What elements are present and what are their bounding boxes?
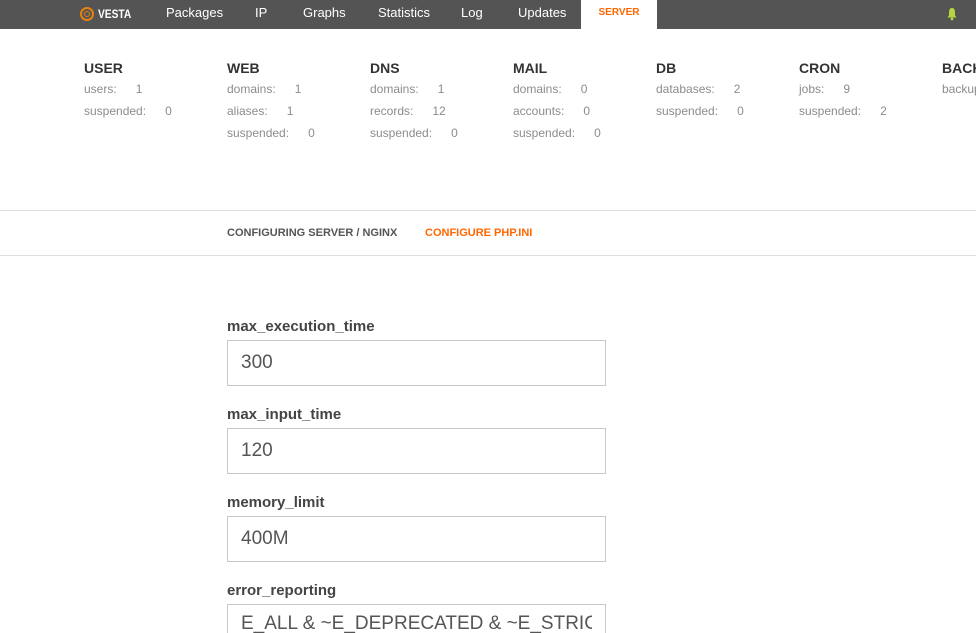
memory-limit-input[interactable]	[227, 516, 606, 562]
nav-ip[interactable]: IP	[255, 0, 267, 29]
stat-row: users: 1	[84, 78, 172, 100]
stat-row: suspended: 0	[227, 122, 315, 144]
stats-user-title: USER	[84, 60, 123, 76]
error-reporting-label: error_reporting	[227, 582, 337, 599]
stat-row: domains: 1	[370, 78, 458, 100]
breadcrumb-section: CONFIGURING SERVER / NGINX	[227, 227, 398, 239]
stat-value: 0	[308, 126, 315, 140]
stats-backup[interactable]: BACKUP backups:	[942, 60, 976, 100]
nav-updates[interactable]: Updates	[518, 0, 566, 29]
stat-value: 2	[733, 82, 741, 96]
stat-value: 0	[737, 104, 744, 118]
stat-row: suspended: 2	[799, 100, 887, 122]
stat-value: 0	[165, 104, 172, 118]
stats-db[interactable]: DB databases: 2 suspended: 0	[656, 60, 744, 122]
stat-label: users:	[84, 82, 117, 96]
stat-label: accounts:	[513, 104, 565, 118]
logo-text: VESTA	[98, 7, 132, 21]
stats-backup-title: BACKUP	[942, 60, 976, 76]
stat-row: suspended: 0	[513, 122, 601, 144]
configure-phpini-link[interactable]: CONFIGURE PHP.INI	[425, 227, 532, 239]
stat-label: records:	[370, 104, 414, 118]
stats-mail[interactable]: MAIL domains: 0 accounts: 0 suspended: 0	[513, 60, 601, 144]
max-execution-time-label: max_execution_time	[227, 318, 375, 335]
max-input-time-input[interactable]	[227, 428, 606, 474]
stats-web[interactable]: WEB domains: 1 aliases: 1 suspended: 0	[227, 60, 315, 144]
stat-row: suspended: 0	[84, 100, 172, 122]
stats-dns[interactable]: DNS domains: 1 records: 12 suspended: 0	[370, 60, 458, 144]
stat-label: databases:	[656, 82, 715, 96]
stat-value: 9	[843, 82, 851, 96]
max-execution-time-input[interactable]	[227, 340, 606, 386]
divider	[0, 255, 976, 256]
stat-label: backups:	[942, 82, 976, 96]
stat-label: aliases:	[227, 104, 268, 118]
stat-value: 0	[583, 104, 591, 118]
stat-row: aliases: 1	[227, 100, 315, 122]
error-reporting-input[interactable]	[227, 604, 606, 633]
nav-graphs[interactable]: Graphs	[303, 0, 346, 29]
stat-row: backups:	[942, 78, 976, 100]
stat-label: suspended:	[513, 126, 576, 140]
stats-cron[interactable]: CRON jobs: 9 suspended: 2	[799, 60, 887, 122]
stat-label: suspended:	[370, 126, 433, 140]
stats-dns-title: DNS	[370, 60, 400, 76]
max-input-time-label: max_input_time	[227, 406, 342, 423]
memory-limit-label: memory_limit	[227, 494, 325, 511]
stat-label: suspended:	[84, 104, 147, 118]
divider	[0, 210, 976, 211]
vesta-logo-icon	[80, 7, 94, 21]
nav-log[interactable]: Log	[461, 0, 483, 29]
nav-server[interactable]: SERVER	[581, 0, 657, 29]
nav-statistics[interactable]: Statistics	[378, 0, 430, 29]
stat-label: jobs:	[799, 82, 825, 96]
vesta-logo[interactable]: VESTA	[80, 4, 137, 24]
stat-label: domains:	[370, 82, 419, 96]
stat-row: jobs: 9	[799, 78, 887, 100]
stat-row: records: 12	[370, 100, 458, 122]
stat-row: accounts: 0	[513, 100, 601, 122]
notification-bell-icon[interactable]	[946, 7, 958, 21]
stat-row: suspended: 0	[656, 100, 744, 122]
stat-value: 0	[451, 126, 458, 140]
stats-user[interactable]: USER users: 1 suspended: 0	[84, 60, 172, 122]
stats-cron-title: CRON	[799, 60, 841, 76]
stat-value: 1	[437, 82, 445, 96]
stat-row: suspended: 0	[370, 122, 458, 144]
top-nav: VESTA Packages IP Graphs Statistics Log …	[0, 0, 976, 29]
stat-value: 0	[594, 126, 601, 140]
stat-row: databases: 2	[656, 78, 744, 100]
stat-label: suspended:	[656, 104, 719, 118]
stat-value: 12	[432, 104, 446, 118]
stats-db-title: DB	[656, 60, 677, 76]
stat-value: 1	[286, 104, 294, 118]
stat-label: domains:	[227, 82, 276, 96]
stat-label: suspended:	[227, 126, 290, 140]
stat-label: domains:	[513, 82, 562, 96]
stat-value: 1	[135, 82, 143, 96]
stat-value: 1	[294, 82, 302, 96]
stat-row: domains: 0	[513, 78, 601, 100]
nav-packages[interactable]: Packages	[166, 0, 223, 29]
stat-value: 0	[580, 82, 588, 96]
stats-web-title: WEB	[227, 60, 260, 76]
stat-label: suspended:	[799, 104, 862, 118]
stats-mail-title: MAIL	[513, 60, 548, 76]
stat-row: domains: 1	[227, 78, 315, 100]
stat-value: 2	[880, 104, 887, 118]
